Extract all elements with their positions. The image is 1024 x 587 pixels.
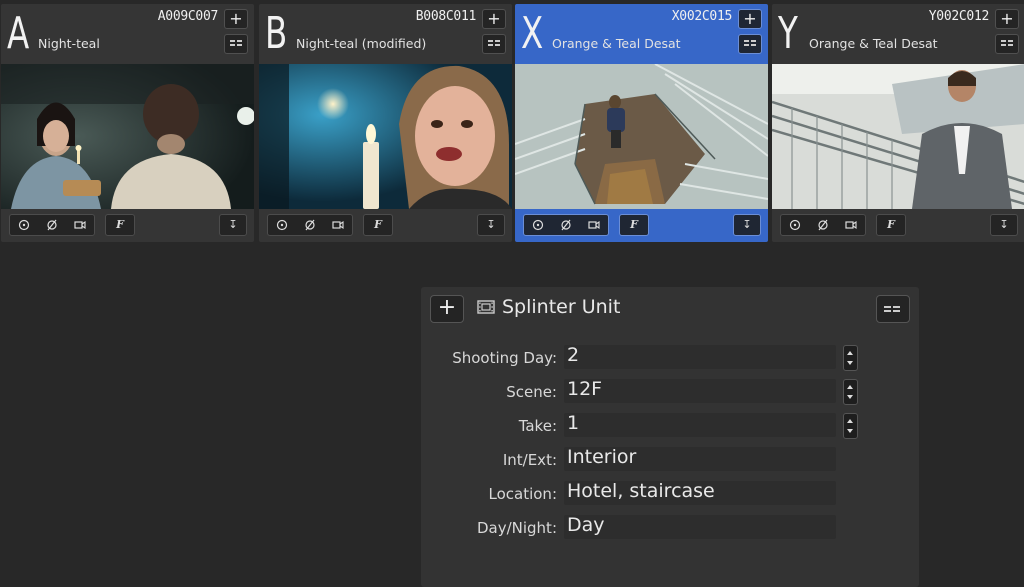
f-button[interactable]: F [363, 214, 393, 236]
film-strip-icon [477, 300, 495, 314]
camera-header: Y Orange & Teal Desat Y002C012 + [772, 4, 1024, 64]
field-location: Location: Hotel, staircase [421, 480, 919, 507]
camera-card-y[interactable]: Y Orange & Teal Desat Y002C012 + F ↧ [772, 4, 1024, 242]
clip-name: X002C015 [671, 9, 733, 24]
camera-frame-image [259, 64, 512, 209]
lut-name: Night-teal (modified) [296, 36, 427, 51]
panel-title: Splinter Unit [477, 296, 620, 318]
metadata-panel: + Splinter Unit Shooting Day: 2 Scene: 1… [421, 287, 919, 587]
download-button[interactable]: ↧ [733, 214, 761, 236]
field-scene: Scene: 12F [421, 378, 919, 405]
add-button[interactable]: + [224, 9, 248, 29]
options-menu-button[interactable] [995, 34, 1019, 54]
field-int-ext: Int/Ext: Interior [421, 446, 919, 473]
clip-name: B008C011 [415, 9, 477, 24]
field-label: Int/Ext: [502, 451, 557, 469]
field-value: Hotel, staircase [567, 480, 715, 502]
view-toggle-group [523, 214, 609, 236]
camera-header: B Night-teal (modified) B008C011 + [259, 4, 512, 64]
video-camera-icon[interactable] [66, 215, 94, 235]
options-menu-button[interactable] [482, 34, 506, 54]
camera-frame-image [1, 64, 254, 209]
view-toggle-group [9, 214, 95, 236]
video-camera-icon[interactable] [324, 215, 352, 235]
target-icon[interactable] [268, 215, 296, 235]
lut-name: Orange & Teal Desat [809, 36, 938, 51]
field-label: Shooting Day: [452, 349, 557, 367]
options-menu-button[interactable] [738, 34, 762, 54]
camera-card-x[interactable]: X Orange & Teal Desat X002C015 + F ↧ [515, 4, 768, 242]
f-button[interactable]: F [105, 214, 135, 236]
download-button[interactable]: ↧ [477, 214, 505, 236]
field-value: 1 [567, 412, 580, 434]
target-icon[interactable] [781, 215, 809, 235]
bypass-icon[interactable] [38, 215, 66, 235]
field-label: Day/Night: [476, 519, 557, 537]
camera-frame-image [772, 64, 1024, 209]
field-take: Take: 1 [421, 412, 919, 439]
camera-card-b[interactable]: B Night-teal (modified) B008C011 + F ↧ [259, 4, 512, 242]
clip-name: A009C007 [157, 9, 219, 24]
download-button[interactable]: ↧ [990, 214, 1018, 236]
field-label: Take: [518, 417, 557, 435]
field-value: Interior [567, 446, 637, 468]
view-toggle-group [780, 214, 866, 236]
bypass-icon[interactable] [809, 215, 837, 235]
panel-title-text: Splinter Unit [502, 296, 621, 318]
shooting-day-stepper[interactable] [843, 345, 858, 371]
add-button[interactable]: + [738, 9, 762, 29]
panel-menu-button[interactable] [876, 295, 910, 323]
field-label: Scene: [506, 383, 557, 401]
camera-card-a[interactable]: A Night-teal A009C007 + F ↧ [1, 4, 254, 242]
download-button[interactable]: ↧ [219, 214, 247, 236]
clip-name: Y002C012 [928, 9, 990, 24]
scene-input[interactable] [564, 379, 836, 403]
camera-frame-image [515, 64, 768, 209]
field-shooting-day: Shooting Day: 2 [421, 344, 919, 371]
video-camera-icon[interactable] [837, 215, 865, 235]
camera-header: A Night-teal A009C007 + [1, 4, 254, 64]
camera-strip: A Night-teal A009C007 + F ↧ B Night-teal… [0, 0, 1024, 243]
field-label: Location: [488, 485, 558, 503]
bypass-icon[interactable] [296, 215, 324, 235]
f-button[interactable]: F [619, 214, 649, 236]
options-menu-button[interactable] [224, 34, 248, 54]
camera-letter: A [7, 8, 30, 59]
lut-name: Night-teal [38, 36, 100, 51]
camera-letter: X [521, 8, 544, 59]
target-icon[interactable] [524, 215, 552, 235]
camera-header: X Orange & Teal Desat X002C015 + [515, 4, 768, 64]
bypass-icon[interactable] [552, 215, 580, 235]
add-button[interactable]: + [995, 9, 1019, 29]
f-button[interactable]: F [876, 214, 906, 236]
lut-name: Orange & Teal Desat [552, 36, 681, 51]
field-day-night: Day/Night: Day [421, 514, 919, 541]
field-value: 2 [567, 344, 580, 366]
camera-letter: B [265, 8, 288, 59]
field-value: 12F [567, 378, 603, 400]
add-button[interactable]: + [482, 9, 506, 29]
shooting-day-input[interactable] [564, 345, 836, 369]
target-icon[interactable] [10, 215, 38, 235]
field-value: Day [567, 514, 605, 536]
take-stepper[interactable] [843, 413, 858, 439]
day-night-input[interactable] [564, 515, 836, 539]
view-toggle-group [267, 214, 353, 236]
take-input[interactable] [564, 413, 836, 437]
scene-stepper[interactable] [843, 379, 858, 405]
add-metadata-button[interactable]: + [430, 295, 464, 323]
video-camera-icon[interactable] [580, 215, 608, 235]
camera-letter: Y [778, 8, 798, 59]
